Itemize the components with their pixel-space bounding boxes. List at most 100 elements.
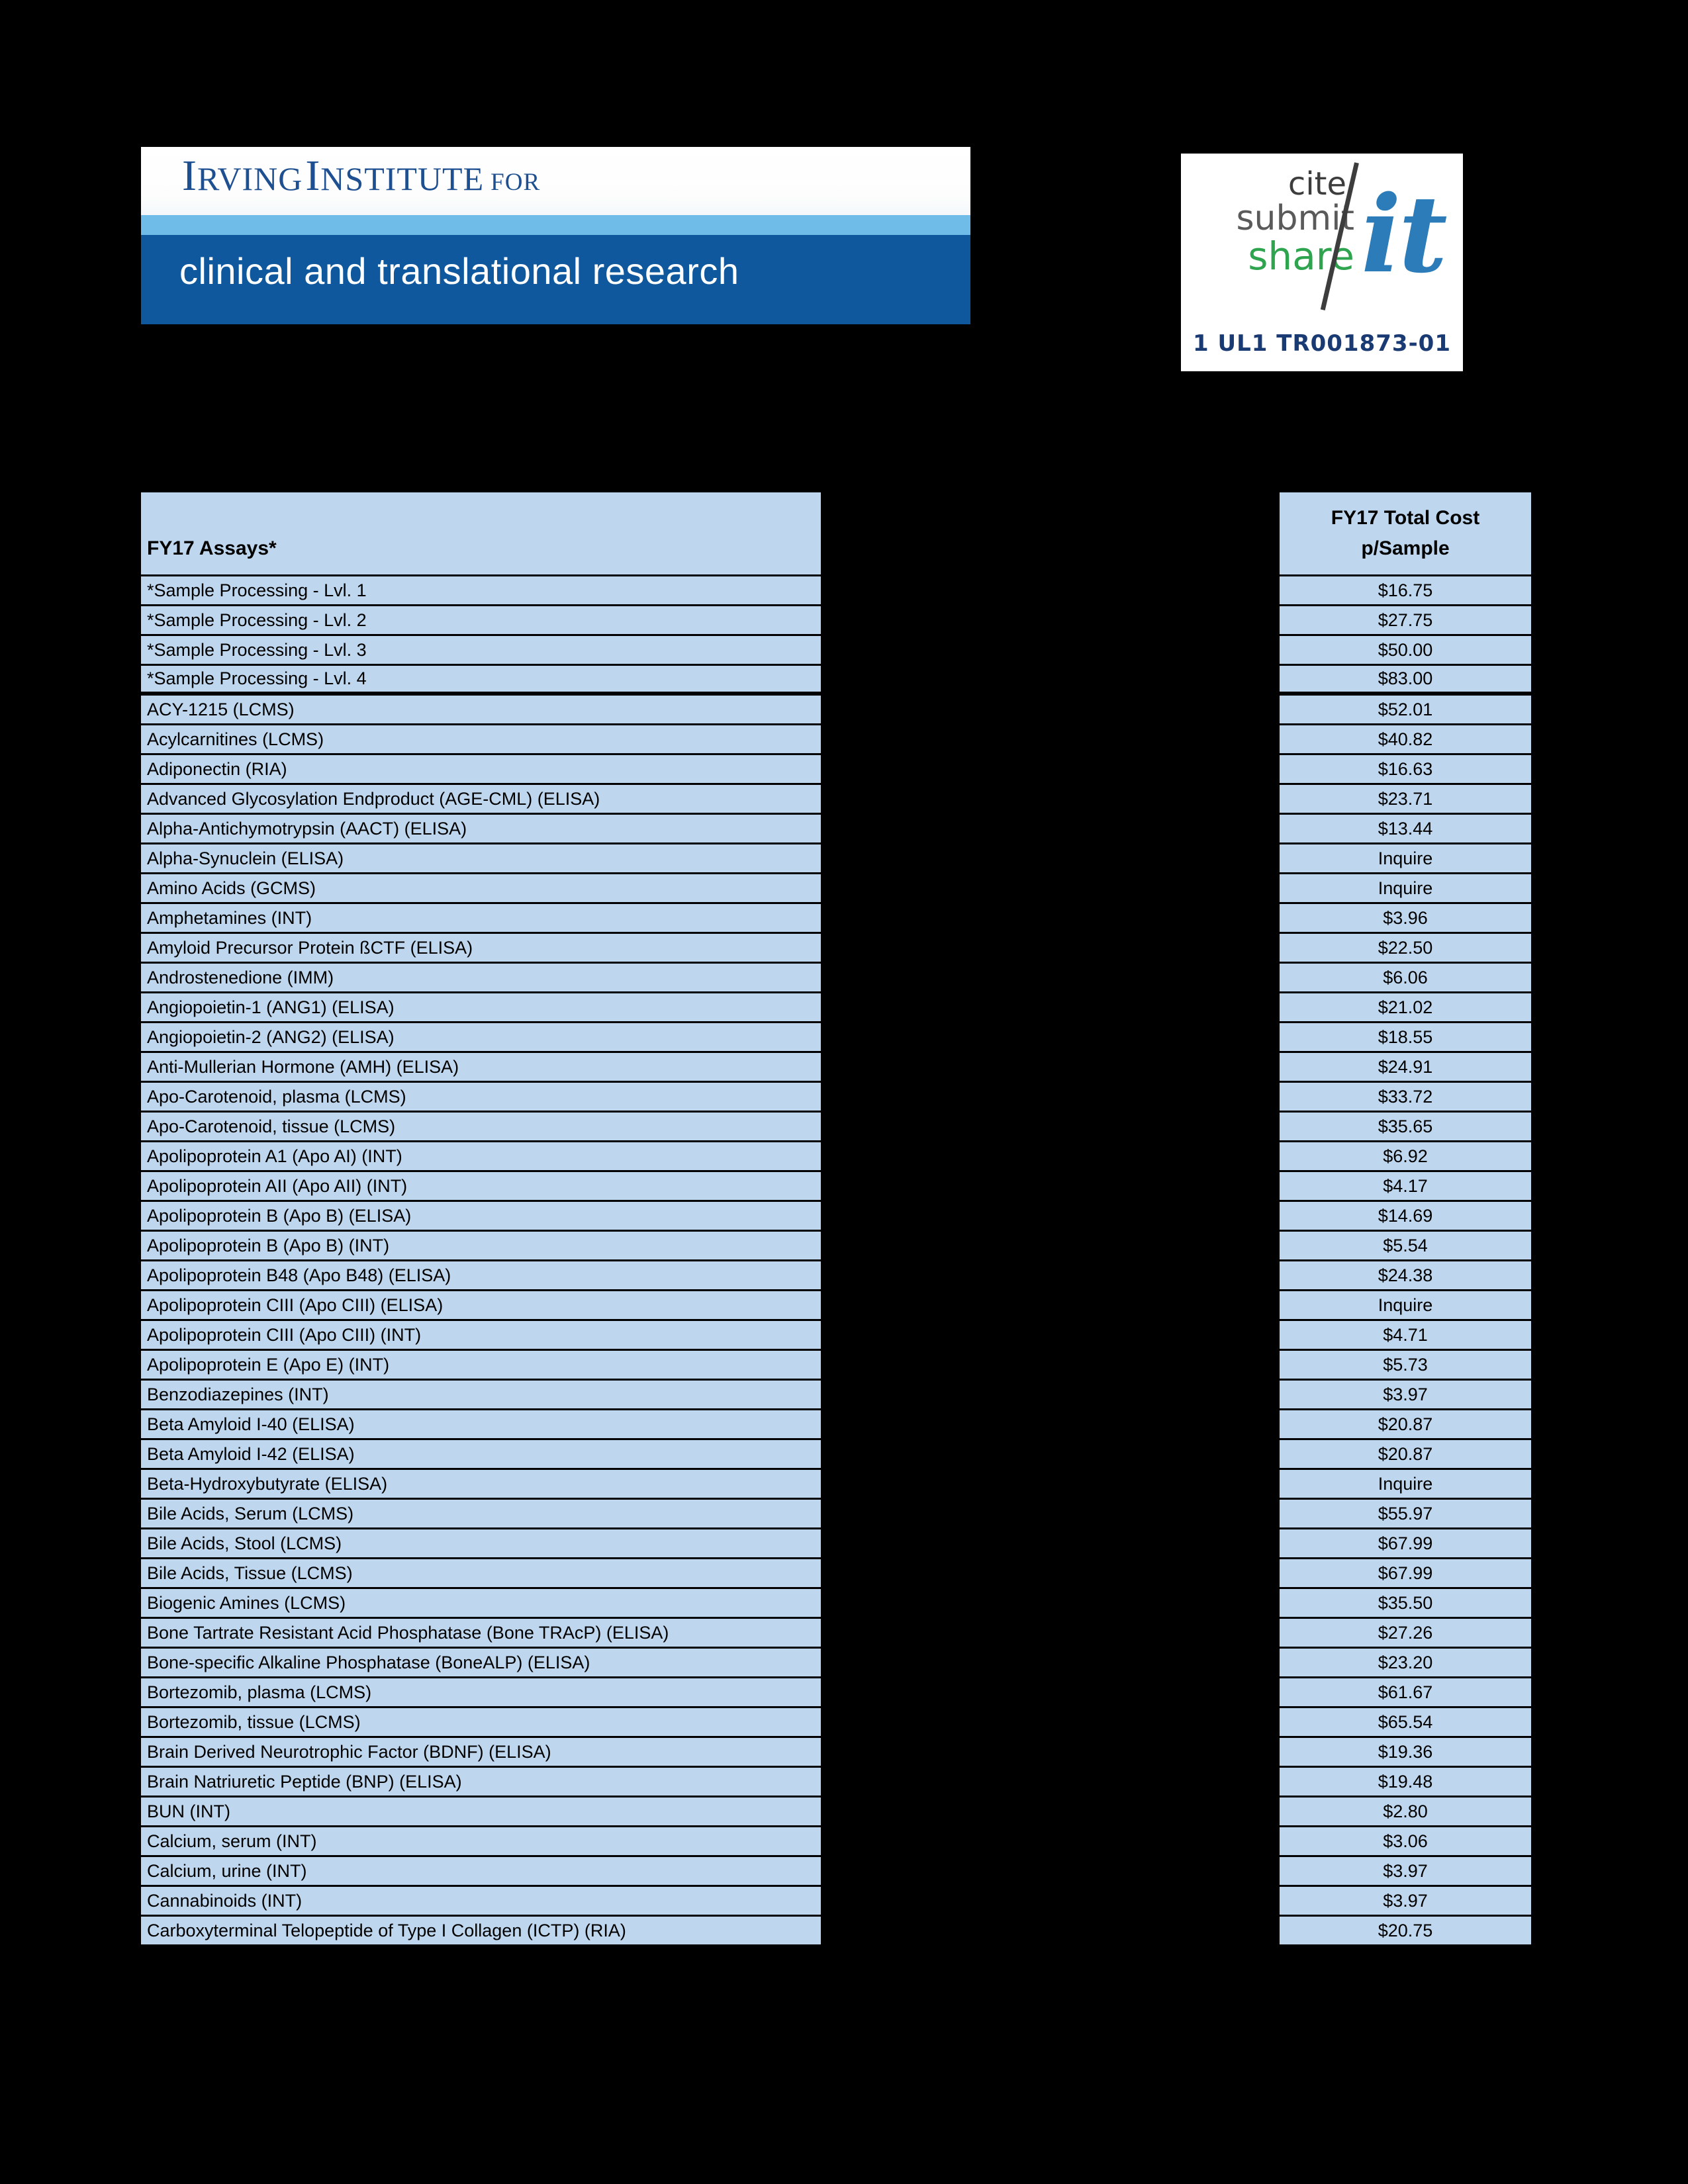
column-spacer: [821, 1708, 1280, 1738]
column-spacer: [821, 1202, 1280, 1232]
table-row: Apolipoprotein E (Apo E) (INT) $5.73: [141, 1351, 1531, 1381]
table-row: Calcium, serum (INT) $3.06: [141, 1827, 1531, 1857]
cell-assay-cost: Inquire: [1280, 874, 1531, 904]
cell-assay-name: ACY-1215 (LCMS): [141, 696, 821, 725]
cell-assay-name: Amino Acids (GCMS): [141, 874, 821, 904]
cell-assay-name: *Sample Processing - Lvl. 3: [141, 636, 821, 666]
cell-assay-cost: $35.50: [1280, 1589, 1531, 1619]
cell-assay-name: Cannabinoids (INT): [141, 1887, 821, 1917]
column-spacer: [821, 844, 1280, 874]
cell-assay-cost: $3.06: [1280, 1827, 1531, 1857]
cell-assay-cost: $67.99: [1280, 1559, 1531, 1589]
cell-assay-name: Apolipoprotein B (Apo B) (INT): [141, 1232, 821, 1261]
table-row: Apolipoprotein A1 (Apo AI) (INT) $6.92: [141, 1142, 1531, 1172]
column-spacer: [821, 1470, 1280, 1500]
cell-assay-name: Brain Derived Neurotrophic Factor (BDNF)…: [141, 1738, 821, 1768]
table-row: Angiopoietin-2 (ANG2) (ELISA) $18.55: [141, 1023, 1531, 1053]
cell-assay-cost: $16.63: [1280, 755, 1531, 785]
cell-assay-cost: $20.87: [1280, 1440, 1531, 1470]
table-row: Biogenic Amines (LCMS) $35.50: [141, 1589, 1531, 1619]
column-spacer: [821, 815, 1280, 844]
column-spacer: [821, 755, 1280, 785]
table-row: Amphetamines (INT) $3.96: [141, 904, 1531, 934]
column-spacer: [821, 1083, 1280, 1113]
table-row: Alpha-Synuclein (ELISA) Inquire: [141, 844, 1531, 874]
irving-logo-i2: I: [305, 152, 321, 200]
cell-assay-name: Apolipoprotein CIII (Apo CIII) (INT): [141, 1321, 821, 1351]
cell-assay-name: Apolipoprotein AII (Apo AII) (INT): [141, 1172, 821, 1202]
irving-logo-bottom-band: clinical and translational research: [141, 235, 970, 324]
column-spacer: [821, 1113, 1280, 1142]
cell-assay-name: Beta Amyloid I-42 (ELISA): [141, 1440, 821, 1470]
cell-assay-name: Angiopoietin-2 (ANG2) (ELISA): [141, 1023, 821, 1053]
column-spacer: [821, 904, 1280, 934]
table-row: Beta Amyloid I-40 (ELISA) $20.87: [141, 1410, 1531, 1440]
cell-assay-name: Bone Tartrate Resistant Acid Phosphatase…: [141, 1619, 821, 1649]
cell-assay-name: Amyloid Precursor Protein ßCTF (ELISA): [141, 934, 821, 964]
cite-logo-grant-number: 1 UL1 TR001873-01: [1192, 330, 1451, 357]
table-row: Apolipoprotein CIII (Apo CIII) (ELISA) In…: [141, 1291, 1531, 1321]
cell-assay-cost: Inquire: [1280, 844, 1531, 874]
table-row: Brain Natriuretic Peptide (BNP) (ELISA) $…: [141, 1768, 1531, 1797]
cell-assay-name: Apolipoprotein B48 (Apo B48) (ELISA): [141, 1261, 821, 1291]
table-row: BUN (INT) $2.80: [141, 1797, 1531, 1827]
cell-assay-name: Bile Acids, Stool (LCMS): [141, 1529, 821, 1559]
cell-assay-name: Apolipoprotein E (Apo E) (INT): [141, 1351, 821, 1381]
cell-assay-cost: $18.55: [1280, 1023, 1531, 1053]
column-spacer: [821, 1023, 1280, 1053]
cell-assay-cost: $50.00: [1280, 636, 1531, 666]
cell-assay-cost: Inquire: [1280, 1291, 1531, 1321]
table-row: Carboxyterminal Telopeptide of Type I Co…: [141, 1917, 1531, 1946]
cell-assay-cost: $14.69: [1280, 1202, 1531, 1232]
cell-assay-name: Advanced Glycosylation Endproduct (AGE-C…: [141, 785, 821, 815]
column-header-cost-line1: FY17 Total Cost: [1331, 506, 1480, 529]
irving-logo-nstitute: NSTITUTE: [320, 160, 485, 197]
fy17-assay-price-table: FY17 Assays* FY17 Total Cost p/Sample *S…: [141, 492, 1531, 1946]
table-row: Bortezomib, plasma (LCMS) $61.67: [141, 1678, 1531, 1708]
column-spacer: [821, 785, 1280, 815]
cell-assay-cost: $21.02: [1280, 993, 1531, 1023]
cell-assay-name: Benzodiazepines (INT): [141, 1381, 821, 1410]
table-row: Adiponectin (RIA) $16.63: [141, 755, 1531, 785]
table-row: Bone Tartrate Resistant Acid Phosphatase…: [141, 1619, 1531, 1649]
column-spacer: [821, 1559, 1280, 1589]
cell-assay-cost: $24.91: [1280, 1053, 1531, 1083]
table-row: Apo-Carotenoid, tissue (LCMS) $35.65: [141, 1113, 1531, 1142]
column-spacer: [821, 1410, 1280, 1440]
cell-assay-name: Bone-specific Alkaline Phosphatase (Bone…: [141, 1649, 821, 1678]
cite-logo-word-submit: submit: [1236, 199, 1354, 238]
cell-assay-name: Alpha-Antichymotrypsin (AACT) (ELISA): [141, 815, 821, 844]
column-header-cost: FY17 Total Cost p/Sample: [1280, 492, 1531, 576]
table-row: Benzodiazepines (INT) $3.97: [141, 1381, 1531, 1410]
cell-assay-name: Beta Amyloid I-40 (ELISA): [141, 1410, 821, 1440]
cell-assay-name: Calcium, serum (INT): [141, 1827, 821, 1857]
cell-assay-cost: $23.71: [1280, 785, 1531, 815]
column-spacer: [821, 1142, 1280, 1172]
cell-assay-name: Calcium, urine (INT): [141, 1857, 821, 1887]
column-spacer: [821, 1738, 1280, 1768]
cell-assay-name: Angiopoietin-1 (ANG1) (ELISA): [141, 993, 821, 1023]
table-row: Androstenedione (IMM) $6.06: [141, 964, 1531, 993]
column-spacer: [821, 1797, 1280, 1827]
column-spacer: [821, 1649, 1280, 1678]
column-spacer: [821, 1887, 1280, 1917]
column-spacer: [821, 1589, 1280, 1619]
table-row: Apo-Carotenoid, plasma (LCMS) $33.72: [141, 1083, 1531, 1113]
column-spacer: [821, 874, 1280, 904]
cell-assay-cost: $19.36: [1280, 1738, 1531, 1768]
cell-assay-cost: $67.99: [1280, 1529, 1531, 1559]
column-spacer: [821, 725, 1280, 755]
column-spacer: [821, 1261, 1280, 1291]
cell-assay-name: Apo-Carotenoid, tissue (LCMS): [141, 1113, 821, 1142]
column-spacer: [821, 1321, 1280, 1351]
cell-assay-name: Androstenedione (IMM): [141, 964, 821, 993]
column-spacer: [821, 1917, 1280, 1946]
cell-assay-name: Alpha-Synuclein (ELISA): [141, 844, 821, 874]
column-spacer: [821, 1172, 1280, 1202]
cell-assay-cost: $61.67: [1280, 1678, 1531, 1708]
cell-assay-cost: $3.97: [1280, 1857, 1531, 1887]
table-row: Acylcarnitines (LCMS) $40.82: [141, 725, 1531, 755]
table-header-row: FY17 Assays* FY17 Total Cost p/Sample: [141, 492, 1531, 576]
table-row: Apolipoprotein AII (Apo AII) (INT) $4.17: [141, 1172, 1531, 1202]
cell-assay-cost: $2.80: [1280, 1797, 1531, 1827]
